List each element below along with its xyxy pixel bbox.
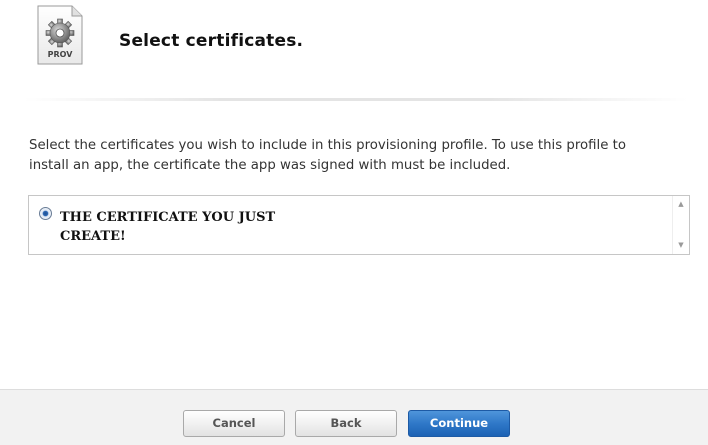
certificate-radio[interactable] bbox=[39, 207, 52, 220]
page-title: Select certificates. bbox=[119, 31, 304, 51]
scroll-up-arrow-icon[interactable]: ▲ bbox=[673, 196, 689, 213]
description-text: Select the certificates you wish to incl… bbox=[29, 138, 626, 173]
scroll-down-arrow-icon[interactable]: ▼ bbox=[673, 237, 689, 254]
header-divider bbox=[24, 98, 688, 101]
footer-bar: Cancel Back Continue bbox=[0, 389, 708, 445]
scrollbar[interactable]: ▲ ▼ bbox=[672, 196, 689, 254]
provisioning-profile-icon-label: PROV bbox=[47, 50, 73, 59]
back-button[interactable]: Back bbox=[295, 410, 397, 437]
cancel-button[interactable]: Cancel bbox=[183, 410, 285, 437]
continue-button[interactable]: Continue bbox=[408, 410, 510, 437]
certificate-label: THE CERTIFICATE YOU JUST CREATE! bbox=[60, 210, 276, 244]
certificate-list[interactable]: THE CERTIFICATE YOU JUST CREATE! ▲ ▼ bbox=[28, 195, 690, 255]
provisioning-profile-icon: PROV bbox=[36, 4, 84, 66]
